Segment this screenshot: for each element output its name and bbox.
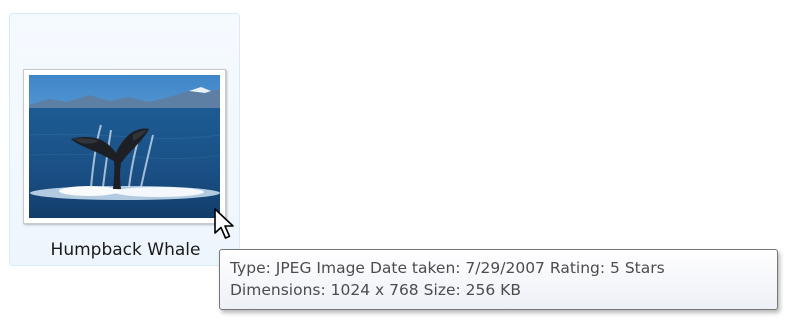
explorer-view: Humpback Whale Type: JPEG Image Date take… (0, 0, 789, 330)
tooltip-line-1: Type: JPEG Image Date taken: 7/29/2007 Rat… (230, 257, 777, 279)
tooltip-type: Type: JPEG Image (230, 259, 365, 277)
tooltip-dimensions: Dimensions: 1024 x 768 (230, 281, 419, 299)
file-info-tooltip: Type: JPEG Image Date taken: 7/29/2007 Rat… (219, 249, 778, 310)
whale-tail-thumbnail-image (29, 75, 220, 218)
tooltip-size: Size: 256 KB (423, 281, 521, 299)
mouse-pointer-icon (214, 208, 234, 239)
file-name-label: Humpback Whale (50, 240, 201, 260)
file-item-humpback-whale[interactable]: Humpback Whale (9, 13, 240, 266)
thumbnail-frame (23, 69, 226, 224)
tooltip-line-2: Dimensions: 1024 x 768 Size: 256 KB (230, 279, 777, 301)
tooltip-rating: Rating: 5 Stars (549, 259, 665, 277)
tooltip-date-taken: Date taken: 7/29/2007 (369, 259, 545, 277)
